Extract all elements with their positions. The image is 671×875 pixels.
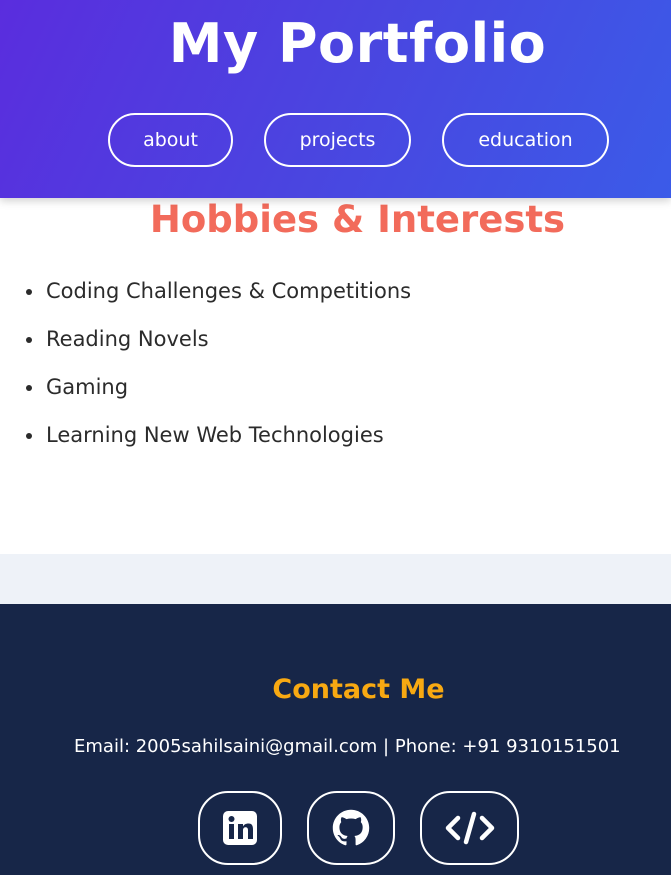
hobby-label: Reading Novels [46,327,209,351]
bullet-icon [26,337,32,343]
bullet-icon [26,433,32,439]
hobby-list: Coding Challenges & Competitions Reading… [0,276,411,468]
hobby-item: Reading Novels [0,324,411,372]
code-icon [445,811,494,845]
hobbies-title: Hobbies & Interests [149,198,566,241]
hobbies-section: Hobbies & Interests Coding Challenges & … [0,198,671,554]
hobby-label: Learning New Web Technologies [46,423,384,447]
hobby-label: Coding Challenges & Competitions [46,279,412,303]
linkedin-button[interactable] [198,791,282,865]
nav-about-button[interactable]: about [108,113,233,167]
nav-education-button[interactable]: education [442,113,609,167]
bullet-icon [26,289,32,295]
hobby-item: Gaming [0,372,411,420]
bullet-icon [26,385,32,391]
hobby-item: Learning New Web Technologies [0,420,411,468]
hobby-label: Gaming [46,375,129,399]
site-title: My Portfolio [168,12,547,75]
contact-title: Contact Me [272,674,445,705]
nav-projects-button[interactable]: projects [264,113,411,167]
github-icon [332,809,370,846]
contact-details: Email: 2005sahilsaini@gmail.com | Phone:… [74,736,621,757]
github-button[interactable] [307,791,395,865]
code-button[interactable] [420,791,519,865]
contact-section: Contact Me Email: 2005sahilsaini@gmail.c… [0,604,671,875]
site-header: My Portfolio about projects education [0,0,671,198]
hobby-item: Coding Challenges & Competitions [0,276,411,324]
linkedin-icon [223,811,257,845]
